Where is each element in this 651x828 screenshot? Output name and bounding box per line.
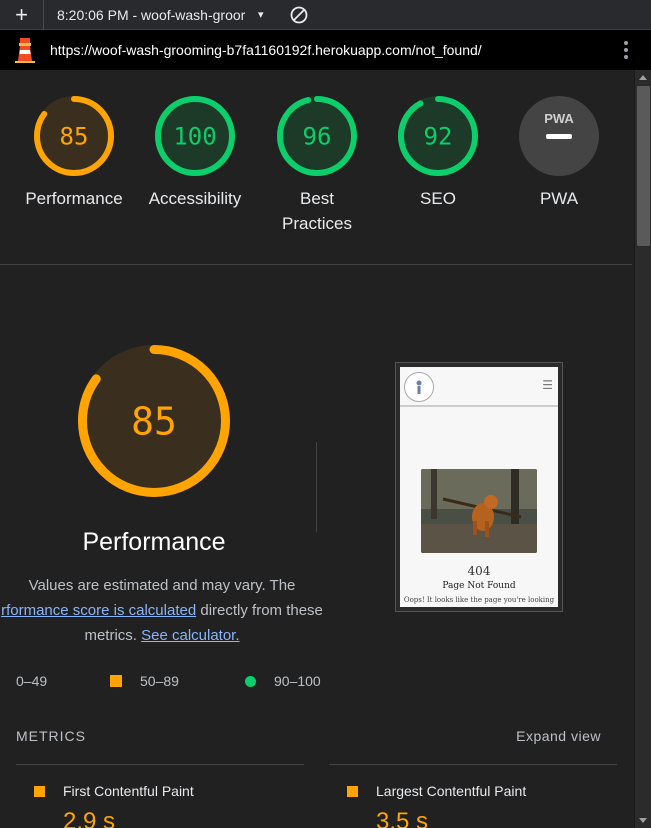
screenshot-404: 404	[467, 564, 491, 578]
pwa-badge-icon: PWA	[519, 96, 599, 176]
scroll-down-arrow-icon[interactable]	[639, 818, 647, 823]
metric-lcp-value: 3.5 s	[376, 808, 429, 828]
gauge-score: 92	[424, 123, 453, 151]
score-gauges: 85 Performance 100 Accessibility 96 Best…	[0, 70, 632, 265]
metric-divider	[329, 764, 617, 765]
gauge-label: Best Practices	[282, 189, 352, 233]
legend-average: 50–89	[110, 673, 179, 689]
desc-text: metrics.	[84, 627, 142, 644]
metric-name: Largest Contentful Paint	[376, 783, 527, 799]
vertical-scrollbar[interactable]	[634, 70, 651, 828]
legend-fail-label: 0–49	[16, 673, 48, 689]
legend-average-label: 50–89	[140, 673, 179, 689]
gauge-score: 85	[131, 400, 177, 444]
metric-lcp: Largest Contentful Paint	[347, 783, 526, 799]
new-report-button[interactable]: +	[0, 0, 44, 30]
vertical-divider	[316, 442, 317, 532]
scroll-up-arrow-icon[interactable]	[639, 75, 647, 80]
gauge-best-practices[interactable]: 96 Best Practices	[257, 96, 377, 236]
performance-title: Performance	[82, 528, 226, 556]
metric-fcp: First Contentful Paint	[34, 783, 194, 799]
metric-divider	[16, 764, 304, 765]
best-practices-gauge-ring: 96	[277, 96, 357, 176]
score-calculated-link[interactable]: rformance score is calculated	[1, 602, 196, 619]
report-content: 85 Performance 100 Accessibility 96 Best…	[0, 70, 632, 828]
gauge-score: 85	[60, 123, 89, 151]
dog-photo	[421, 469, 537, 553]
gauge-seo[interactable]: 92 SEO	[378, 96, 498, 211]
performance-gauge-ring: 85	[34, 96, 114, 176]
see-calculator-link[interactable]: See calculator.	[141, 627, 239, 644]
report-selector[interactable]: 8:20:06 PM - woof-wash-groor	[44, 7, 272, 23]
plus-icon: +	[15, 1, 28, 27]
clear-button[interactable]	[288, 4, 310, 26]
gauge-label: Accessibility	[148, 189, 242, 208]
report-selector-label: 8:20:06 PM - woof-wash-groor	[57, 6, 246, 23]
gauge-label: PWA	[539, 189, 579, 208]
legend-pass: 90–100	[245, 673, 321, 689]
seo-gauge-ring: 92	[398, 96, 478, 176]
average-square-icon	[347, 785, 358, 797]
accessibility-gauge-ring: 100	[155, 96, 235, 176]
gauge-accessibility[interactable]: 100 Accessibility	[135, 96, 255, 211]
more-options-icon[interactable]	[623, 41, 629, 62]
metric-fcp-value: 2.9 s	[63, 808, 116, 828]
screenshot-header: ☰	[400, 367, 558, 407]
gauge-score: 96	[303, 123, 332, 151]
performance-description: Values are estimated and may vary. The r…	[0, 573, 332, 648]
screenshot-heading: Page Not Found	[442, 581, 516, 591]
desc-text: Values are estimated and may vary. The	[28, 577, 296, 594]
gauge-score: 100	[173, 123, 216, 151]
average-square-icon	[34, 785, 45, 797]
hamburger-menu-icon: ☰	[542, 378, 553, 392]
desc-text: directly from these	[196, 602, 323, 619]
gauge-pwa[interactable]: PWA PWA	[499, 96, 619, 211]
metric-name: First Contentful Paint	[63, 783, 194, 799]
metrics-heading: METRICS	[16, 728, 86, 744]
performance-big-gauge: 85	[78, 345, 230, 502]
report-url[interactable]: https://woof-wash-grooming-b7fa1160192f.…	[50, 42, 482, 58]
scrollbar-thumb[interactable]	[637, 86, 650, 246]
devtools-toolbar: + 8:20:06 PM - woof-wash-groor ▾	[0, 0, 651, 30]
screenshot-message: Oops! It looks like the page you're look…	[403, 596, 555, 604]
legend-fail: 0–49	[0, 673, 47, 689]
gauge-label: Performance	[25, 189, 123, 208]
gauge-label: SEO	[420, 189, 456, 208]
block-icon	[290, 6, 308, 23]
expand-view-button[interactable]: Expand view	[516, 728, 601, 744]
pass-circle-icon	[245, 675, 256, 687]
average-square-icon	[110, 675, 122, 687]
final-screenshot[interactable]: ☰ 404 Page Not Found Oops! It looks like…	[395, 362, 563, 612]
chevron-down-icon[interactable]: ▾	[258, 8, 272, 21]
pwa-badge-text: PWA	[544, 111, 574, 126]
performance-gauge-large: 85	[78, 345, 230, 497]
gauge-performance[interactable]: 85 Performance	[14, 96, 134, 211]
report-url-bar: https://woof-wash-grooming-b7fa1160192f.…	[0, 30, 651, 70]
legend-pass-label: 90–100	[274, 673, 321, 689]
lighthouse-logo-icon	[0, 37, 50, 63]
site-logo-icon	[404, 372, 434, 402]
screenshot-page: ☰ 404 Page Not Found Oops! It looks like…	[400, 367, 558, 607]
